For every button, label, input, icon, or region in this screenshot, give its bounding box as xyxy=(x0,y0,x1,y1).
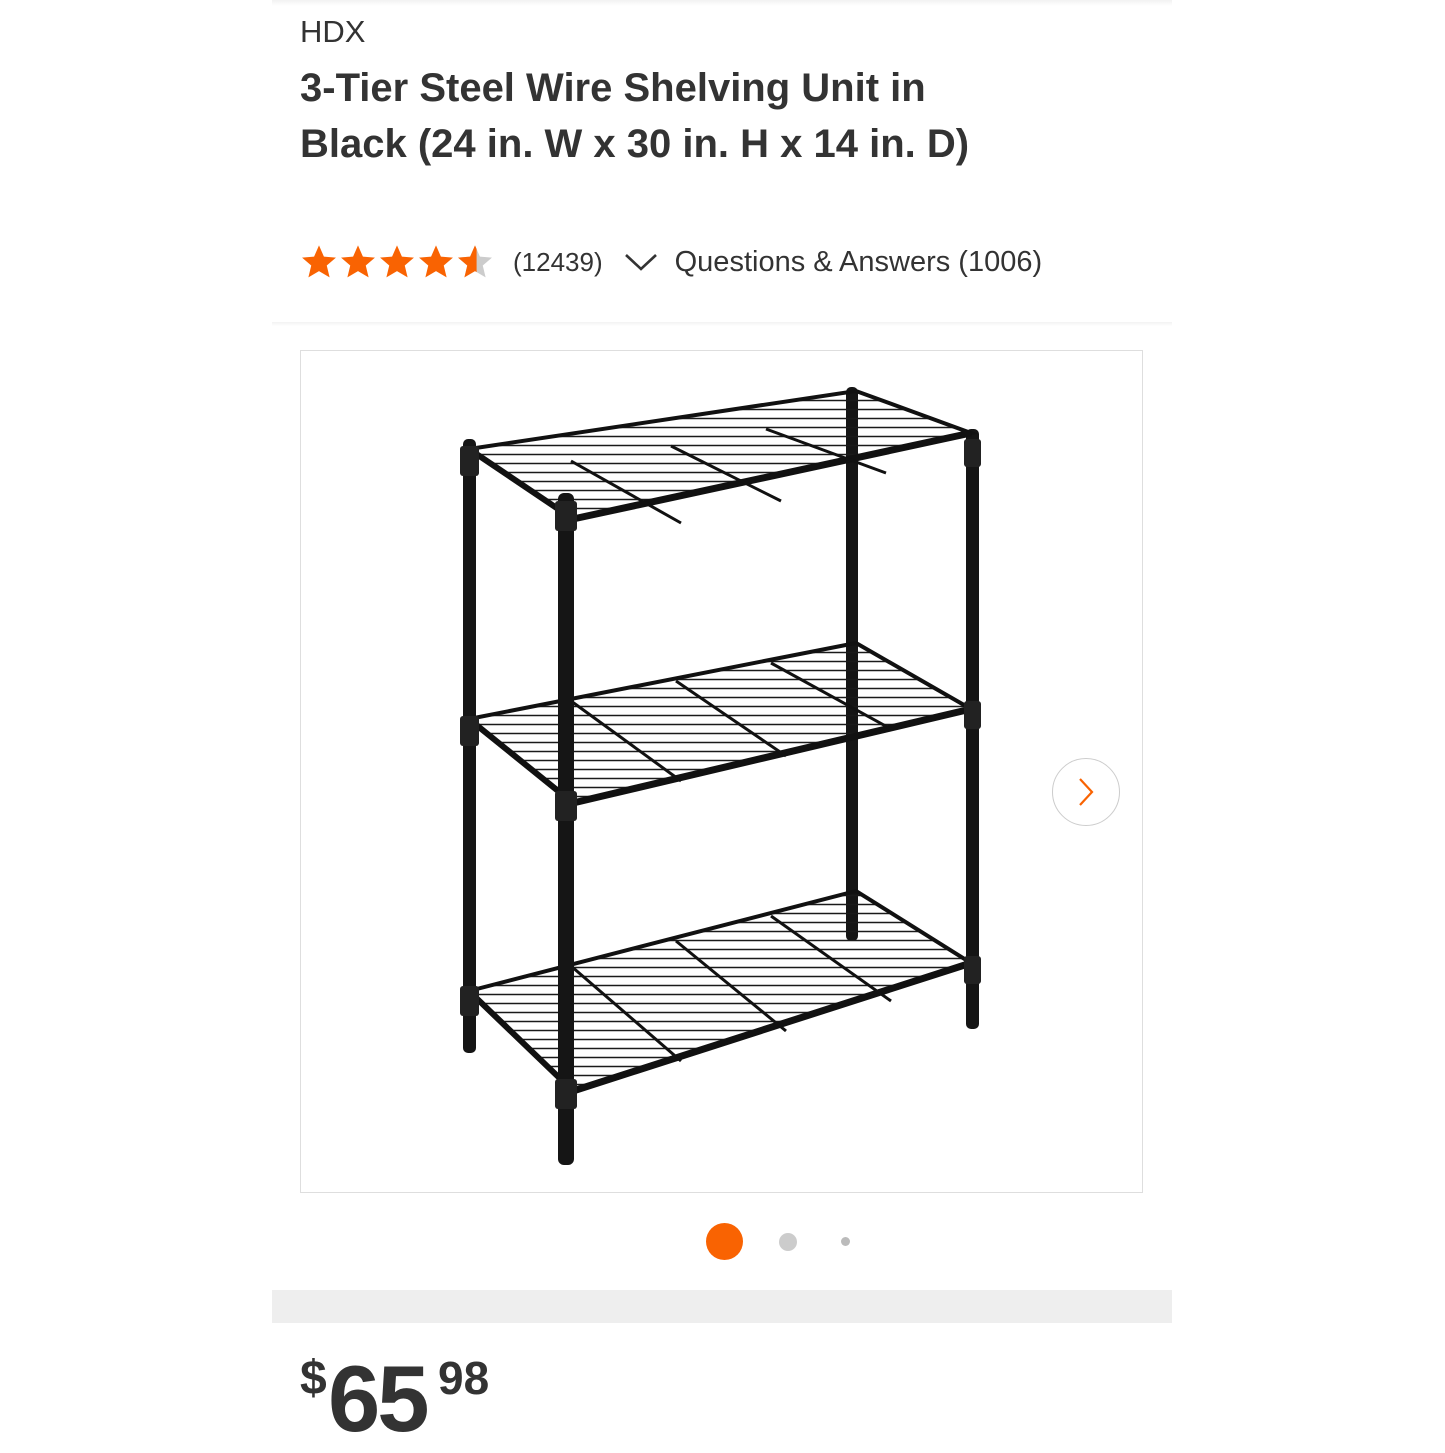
next-image-button[interactable] xyxy=(1052,758,1120,826)
price-dollars: 65 xyxy=(328,1346,430,1451)
product-image-frame[interactable] xyxy=(300,350,1143,1193)
star-full-icon xyxy=(380,245,414,278)
star-full-icon xyxy=(419,245,453,278)
brand-link[interactable]: HDX xyxy=(300,14,365,50)
star-half-icon xyxy=(458,245,492,278)
star-full-icon xyxy=(302,245,336,278)
review-count[interactable]: (12439) xyxy=(513,247,603,278)
product-image xyxy=(460,387,981,1165)
star-full-icon xyxy=(341,245,375,278)
product-title: 3-Tier Steel Wire Shelving Unit in Black… xyxy=(300,66,970,166)
section-separator xyxy=(272,1290,1172,1323)
star-rating[interactable] xyxy=(300,243,495,281)
carousel-dot-active[interactable] xyxy=(706,1223,743,1260)
price-cents: 98 xyxy=(438,1352,490,1404)
chevron-right-icon xyxy=(1079,778,1094,806)
top-divider xyxy=(272,0,1172,6)
section-divider xyxy=(272,322,1172,326)
carousel-dot[interactable] xyxy=(841,1237,850,1246)
questions-answers-link[interactable]: Questions & Answers (1006) xyxy=(675,246,1043,279)
chevron-down-icon[interactable] xyxy=(623,250,659,274)
ratings-row: (12439) Questions & Answers (1006) xyxy=(300,240,1042,284)
price-currency-symbol: $ xyxy=(300,1352,327,1405)
carousel-dot[interactable] xyxy=(779,1233,797,1251)
carousel-dots xyxy=(0,1222,1445,1262)
